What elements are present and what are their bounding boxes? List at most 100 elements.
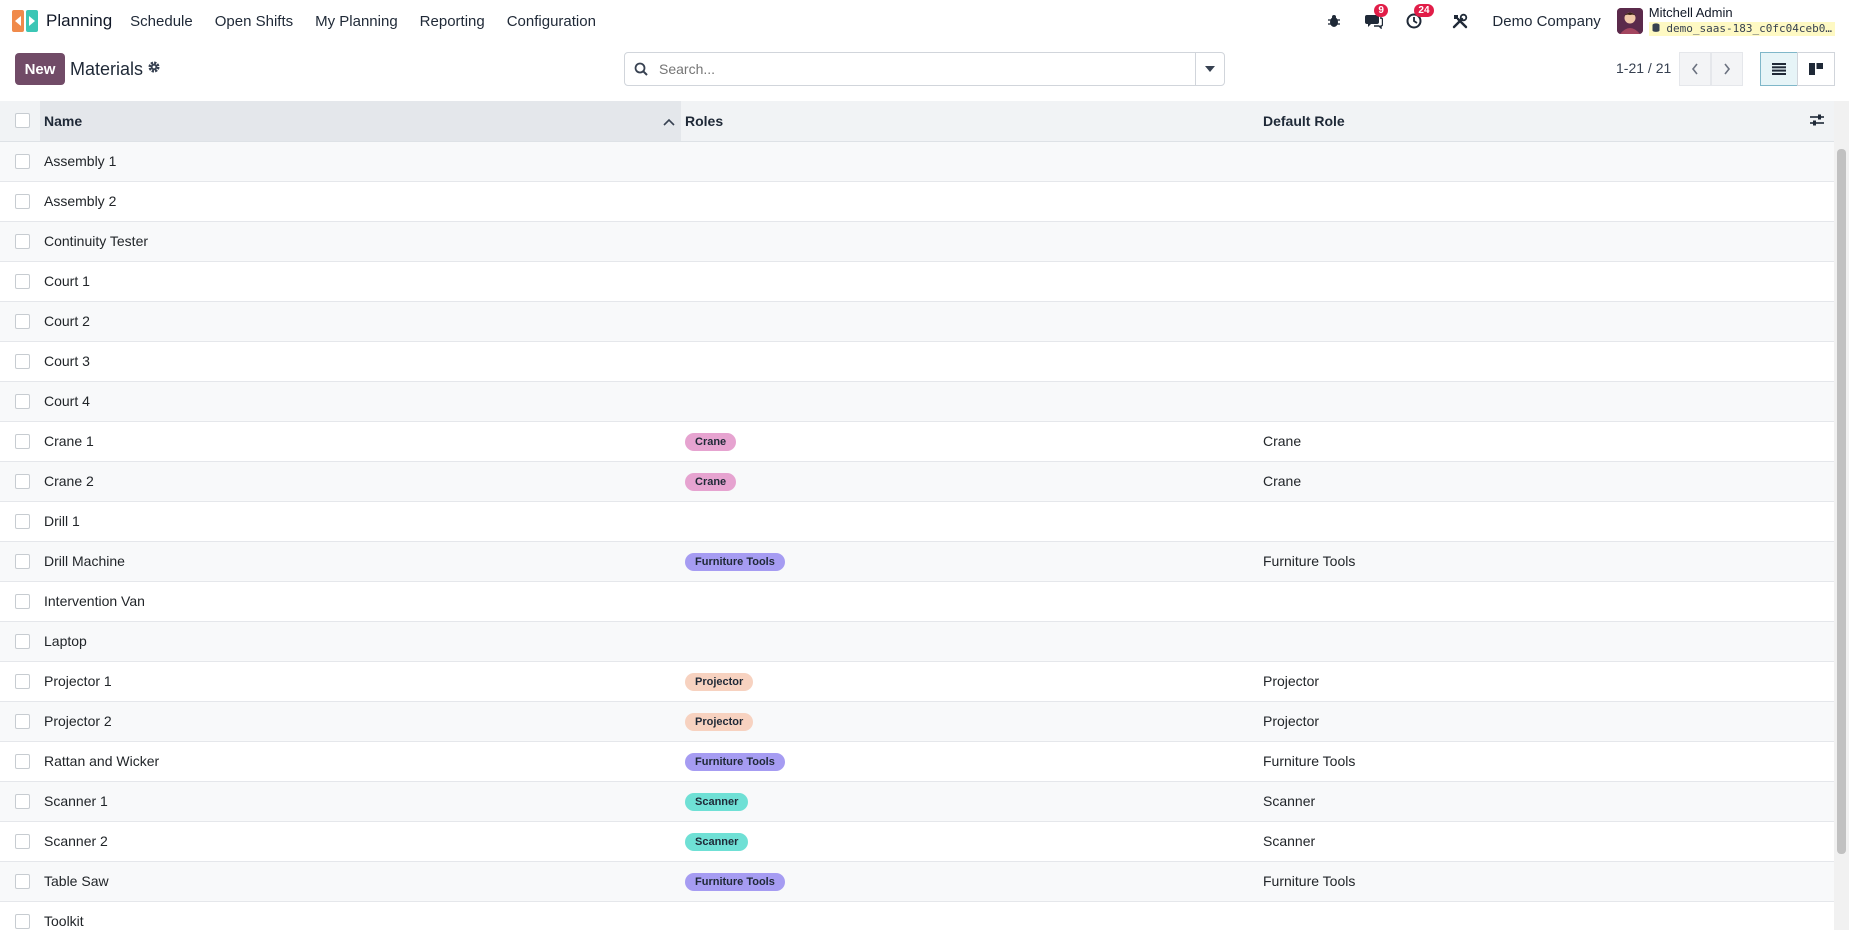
cell-default-role[interactable] (1263, 261, 1834, 302)
cell-default-role[interactable]: Furniture Tools (1263, 541, 1834, 582)
row-checkbox[interactable] (15, 353, 30, 369)
row-checkbox[interactable] (15, 873, 30, 889)
cell-default-role[interactable] (1263, 181, 1834, 222)
row-checkbox[interactable] (15, 513, 30, 529)
cell-name[interactable]: Projector 2 (40, 701, 681, 742)
cell-default-role[interactable]: Furniture Tools (1263, 741, 1834, 782)
company-switcher[interactable]: Demo Company (1492, 13, 1600, 30)
menu-configuration[interactable]: Configuration (507, 13, 596, 30)
cell-default-role[interactable] (1263, 581, 1834, 622)
cell-roles[interactable] (681, 141, 1263, 182)
row-checkbox[interactable] (15, 593, 30, 609)
cell-name[interactable]: Table Saw (40, 861, 681, 902)
column-header-name[interactable]: Name (40, 101, 681, 142)
caret-down-icon[interactable] (1195, 53, 1224, 85)
menu-reporting[interactable]: Reporting (420, 13, 485, 30)
cell-name[interactable]: Scanner 2 (40, 821, 681, 862)
cell-roles[interactable]: Furniture Tools (681, 741, 1263, 782)
cell-roles[interactable] (681, 901, 1263, 930)
cell-name[interactable]: Court 2 (40, 301, 681, 342)
table-row[interactable]: Court 1 (0, 261, 1834, 302)
table-row[interactable]: Scanner 1 Scanner Scanner (0, 781, 1834, 822)
cell-roles[interactable] (681, 621, 1263, 662)
menu-my-planning[interactable]: My Planning (315, 13, 398, 30)
list-view-icon[interactable] (1760, 52, 1798, 86)
table-row[interactable]: Assembly 1 (0, 141, 1834, 182)
table-row[interactable]: Scanner 2 Scanner Scanner (0, 821, 1834, 862)
cell-roles[interactable] (681, 501, 1263, 542)
cell-name[interactable]: Laptop (40, 621, 681, 662)
table-row[interactable]: Intervention Van (0, 581, 1834, 622)
cell-default-role[interactable]: Crane (1263, 461, 1834, 502)
table-row[interactable]: Drill Machine Furniture Tools Furniture To… (0, 541, 1834, 582)
chat-icon[interactable]: 9 (1362, 4, 1388, 33)
vertical-scrollbar[interactable] (1834, 101, 1849, 930)
cell-name[interactable]: Drill 1 (40, 501, 681, 542)
cell-default-role[interactable]: Scanner (1263, 781, 1834, 822)
kanban-view-icon[interactable] (1797, 52, 1835, 86)
cell-default-role[interactable]: Projector (1263, 701, 1834, 742)
cell-default-role[interactable] (1263, 301, 1834, 342)
row-checkbox[interactable] (15, 673, 30, 689)
cell-name[interactable]: Drill Machine (40, 541, 681, 582)
table-row[interactable]: Continuity Tester (0, 221, 1834, 262)
planning-app-icon[interactable] (12, 8, 38, 34)
cell-roles[interactable]: Furniture Tools (681, 861, 1263, 902)
pager-value[interactable]: 1-21 / 21 (1616, 60, 1671, 76)
menu-open-shifts[interactable]: Open Shifts (215, 13, 293, 30)
cell-name[interactable]: Crane 1 (40, 421, 681, 462)
clock-icon[interactable]: 24 (1402, 4, 1434, 33)
select-all-checkbox[interactable] (15, 113, 30, 129)
cell-default-role[interactable]: Furniture Tools (1263, 861, 1834, 902)
sliders-icon[interactable] (1810, 113, 1824, 129)
search-input[interactable] (657, 53, 1195, 85)
row-checkbox[interactable] (15, 313, 30, 329)
cell-roles[interactable]: Scanner (681, 781, 1263, 822)
row-checkbox[interactable] (15, 393, 30, 409)
cell-roles[interactable] (681, 581, 1263, 622)
row-checkbox[interactable] (15, 753, 30, 769)
row-checkbox[interactable] (15, 633, 30, 649)
cell-name[interactable]: Crane 2 (40, 461, 681, 502)
user-menu[interactable]: Mitchell Admin demo_saas-183_c0fc04ceb0… (1648, 6, 1835, 36)
avatar[interactable] (1616, 8, 1643, 34)
row-checkbox[interactable] (15, 233, 30, 249)
cell-default-role[interactable] (1263, 221, 1834, 262)
row-checkbox[interactable] (15, 793, 30, 809)
bug-icon[interactable] (1322, 9, 1346, 33)
table-row[interactable]: Drill 1 (0, 501, 1834, 542)
cell-name[interactable]: Projector 1 (40, 661, 681, 702)
table-row[interactable]: Court 3 (0, 341, 1834, 382)
chevron-left-icon[interactable] (1679, 52, 1711, 86)
cell-name[interactable]: Court 1 (40, 261, 681, 302)
cell-roles[interactable] (681, 381, 1263, 422)
cell-roles[interactable]: Projector (681, 661, 1263, 702)
cell-name[interactable]: Assembly 1 (40, 141, 681, 182)
cell-name[interactable]: Scanner 1 (40, 781, 681, 822)
cell-roles[interactable]: Projector (681, 701, 1263, 742)
table-row[interactable]: Laptop (0, 621, 1834, 662)
table-row[interactable]: Crane 1 Crane Crane (0, 421, 1834, 462)
table-row[interactable]: Toolkit (0, 901, 1834, 930)
row-checkbox[interactable] (15, 833, 30, 849)
cell-roles[interactable]: Crane (681, 421, 1263, 462)
cell-default-role[interactable] (1263, 901, 1834, 930)
cell-name[interactable]: Intervention Van (40, 581, 681, 622)
cell-default-role[interactable]: Scanner (1263, 821, 1834, 862)
cell-roles[interactable]: Furniture Tools (681, 541, 1263, 582)
row-checkbox[interactable] (15, 473, 30, 489)
cell-roles[interactable] (681, 221, 1263, 262)
row-checkbox[interactable] (15, 273, 30, 289)
cell-default-role[interactable]: Crane (1263, 421, 1834, 462)
cell-default-role[interactable] (1263, 141, 1834, 182)
row-checkbox[interactable] (15, 433, 30, 449)
chevron-right-icon[interactable] (1711, 52, 1743, 86)
table-row[interactable]: Rattan and Wicker Furniture Tools Furnitur… (0, 741, 1834, 782)
row-checkbox[interactable] (15, 913, 30, 929)
table-row[interactable]: Table Saw Furniture Tools Furniture Tools (0, 861, 1834, 902)
cell-roles[interactable] (681, 261, 1263, 302)
gear-icon[interactable] (147, 60, 163, 76)
cell-default-role[interactable] (1263, 621, 1834, 662)
table-row[interactable]: Court 4 (0, 381, 1834, 422)
cell-default-role[interactable]: Projector (1263, 661, 1834, 702)
